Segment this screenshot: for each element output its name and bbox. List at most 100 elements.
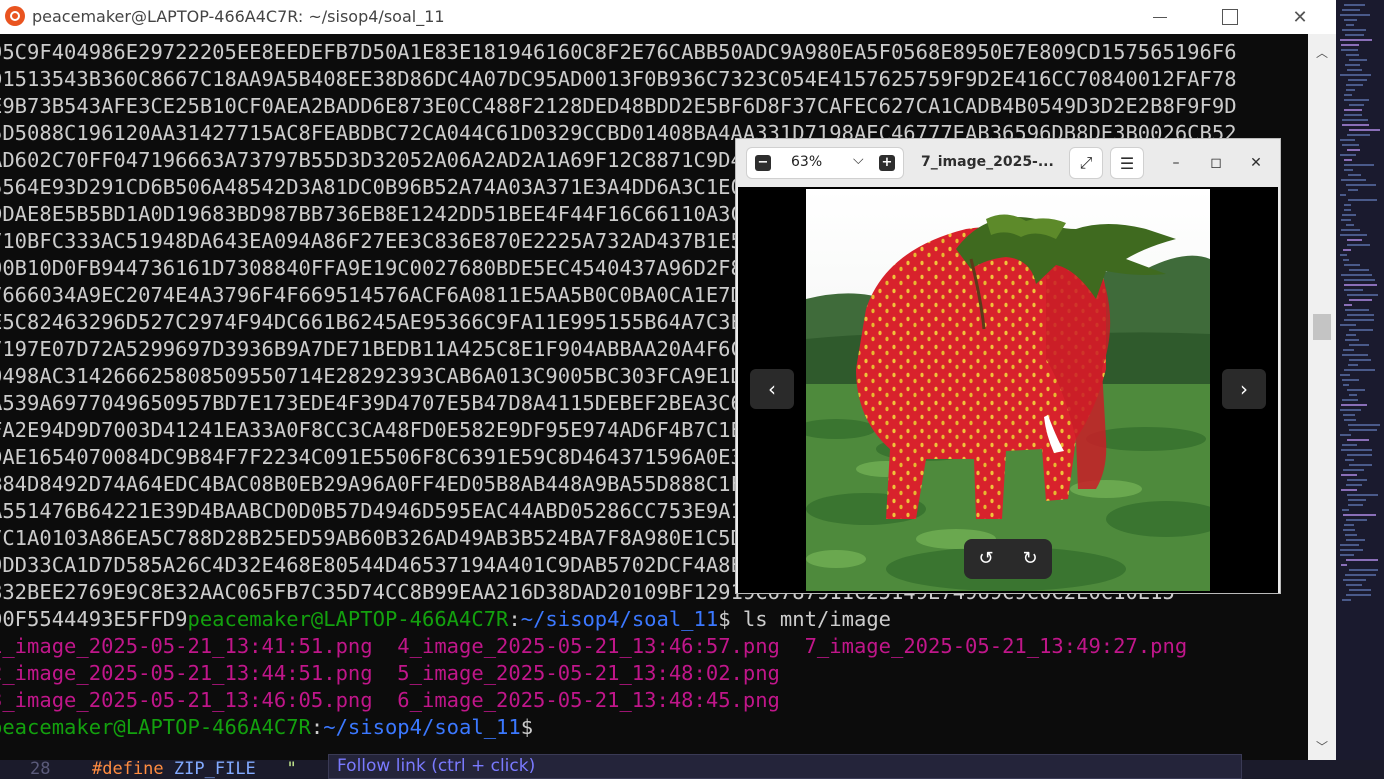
minimap-line <box>1342 29 1366 31</box>
strawberry-elephant-image <box>806 189 1210 591</box>
minimap-line <box>1341 489 1357 491</box>
minimap-line <box>1341 49 1358 51</box>
minimap-line <box>1342 9 1360 11</box>
minimap-line <box>1344 109 1362 111</box>
prompt-user: peacemaker@LAPTOP-466A4C7R <box>187 607 509 631</box>
minimap-line <box>1346 594 1371 596</box>
minimap-line <box>1348 189 1358 191</box>
minimap-line <box>1349 569 1378 571</box>
minimap-line <box>1340 139 1355 141</box>
zoom-in-icon[interactable]: + <box>879 155 895 171</box>
minimap-line <box>1346 184 1376 186</box>
minimap-line <box>1344 419 1356 421</box>
minimap-line <box>1347 494 1378 496</box>
image-viewer-window: − 63% ⌵ + 7_image_2025-... ⤢ ☰ – ◻ ✕ ‹ ›… <box>735 138 1281 594</box>
minimap-line <box>1345 459 1354 461</box>
minimap-line <box>1347 239 1362 241</box>
minimap-line <box>1341 564 1347 566</box>
file-name: 3_image_2025-05-21_13:46:05.png <box>0 688 373 712</box>
minimap-line <box>1345 34 1364 36</box>
minimap-line <box>1340 74 1371 76</box>
minimap-line <box>1340 154 1356 156</box>
file-name: 6_image_2025-05-21_13:48:45.png <box>397 688 780 712</box>
scroll-up-icon[interactable]: ︿ <box>1308 40 1336 64</box>
viewer-minimize-button[interactable]: – <box>1165 153 1187 173</box>
minimap-line <box>1344 319 1374 321</box>
zoom-level[interactable]: 63% <box>791 154 851 170</box>
minimap-line <box>1346 84 1363 86</box>
terminal-line: 2_image_2025-05-21_13:44:51.png 5_image_… <box>0 660 780 687</box>
zoom-out-icon[interactable]: − <box>755 155 771 171</box>
terminal-line: E9B73B543AFE3CE25B10CF0AEA2BADD6E873E0CC… <box>0 93 1237 120</box>
minimap-line <box>1342 509 1349 511</box>
minimap-line <box>1345 64 1360 66</box>
next-image-button[interactable]: › <box>1222 369 1266 409</box>
minimap-line <box>1343 249 1351 251</box>
minimap-line <box>1346 224 1354 226</box>
minimap-line <box>1340 254 1347 256</box>
minimap-line <box>1344 99 1369 101</box>
minimap-line <box>1342 399 1358 401</box>
terminal-line: 95C9F404986E29722205EE8EEDEFB7D50A1E83E1… <box>0 39 1237 66</box>
chevron-down-icon[interactable]: ⌵ <box>853 152 864 168</box>
minimap-line <box>1343 514 1376 516</box>
fullscreen-button[interactable]: ⤢ <box>1069 147 1103 179</box>
code-directive: #define <box>92 759 164 779</box>
prompt-path: ~/sisop4/soal_11 <box>323 715 521 739</box>
minimap-line <box>1347 389 1365 391</box>
minimap-line <box>1347 244 1370 246</box>
minimap-line <box>1342 444 1357 446</box>
rotate-right-icon[interactable]: ↻ <box>1019 549 1041 569</box>
minimap-line <box>1341 44 1359 46</box>
minimap-line <box>1349 429 1377 431</box>
menu-button[interactable]: ☰ <box>1110 147 1144 179</box>
minimap-line <box>1347 294 1378 296</box>
minimap-line <box>1344 369 1375 371</box>
minimap-line <box>1347 149 1360 151</box>
minimize-icon <box>1153 16 1167 18</box>
rotate-controls: ↺ ↻ <box>964 539 1052 579</box>
minimap-line <box>1349 59 1367 61</box>
minimap-line <box>1340 14 1370 16</box>
prompt-user: peacemaker@LAPTOP-466A4C7R <box>0 715 311 739</box>
scroll-down-icon[interactable]: ﹀ <box>1308 734 1336 758</box>
minimap-line <box>1340 234 1367 236</box>
hamburger-menu-icon: ☰ <box>1119 153 1135 173</box>
minimap-line <box>1344 264 1360 266</box>
minimap-line <box>1342 354 1368 356</box>
prompt-path: ~/sisop4/soal_11 <box>520 607 719 631</box>
minimap-line <box>1340 554 1354 556</box>
close-button[interactable]: ✕ <box>1265 0 1335 34</box>
minimize-button[interactable] <box>1125 0 1195 34</box>
minimap-line <box>1346 559 1378 561</box>
hex-dump-line: D1513543B360C8667C18AA9A5B408EE38D86DC4A… <box>0 67 1237 91</box>
minimap-line <box>1346 584 1362 586</box>
file-name: 4_image_2025-05-21_13:46:57.png <box>397 634 780 658</box>
viewer-close-button[interactable]: ✕ <box>1245 153 1267 173</box>
minimap-line <box>1348 499 1366 501</box>
minimap-line <box>1343 469 1364 471</box>
rotate-left-icon[interactable]: ↺ <box>975 549 997 569</box>
previous-image-button[interactable]: ‹ <box>750 369 794 409</box>
hex-dump-line: E9B73B543AFE3CE25B10CF0AEA2BADD6E873E0CC… <box>0 94 1237 118</box>
minimap-line <box>1346 519 1367 521</box>
minimap-line <box>1346 484 1362 486</box>
viewer-maximize-button[interactable]: ◻ <box>1205 153 1227 173</box>
minimap-line <box>1345 534 1357 536</box>
scrollbar-thumb[interactable] <box>1313 314 1331 340</box>
minimap-line <box>1344 279 1375 281</box>
minimap-line <box>1349 359 1371 361</box>
minimap-line <box>1340 544 1359 546</box>
chevron-right-icon: › <box>1240 377 1248 401</box>
prompt-separator: : <box>310 715 324 739</box>
minimap-line <box>1344 204 1351 206</box>
minimap-line <box>1340 434 1351 436</box>
minimap-line <box>1344 19 1357 21</box>
minimap-line <box>1347 454 1372 456</box>
maximize-button[interactable] <box>1195 0 1265 34</box>
image-canvas[interactable]: ‹ › ↺ ↻ <box>738 187 1278 593</box>
terminal-line: peacemaker@LAPTOP-466A4C7R:~/sisop4/soal… <box>0 714 533 741</box>
minimap-line <box>1344 169 1353 171</box>
minimap-line <box>1348 424 1380 426</box>
terminal-scrollbar[interactable]: ︿ ﹀ <box>1308 34 1336 760</box>
